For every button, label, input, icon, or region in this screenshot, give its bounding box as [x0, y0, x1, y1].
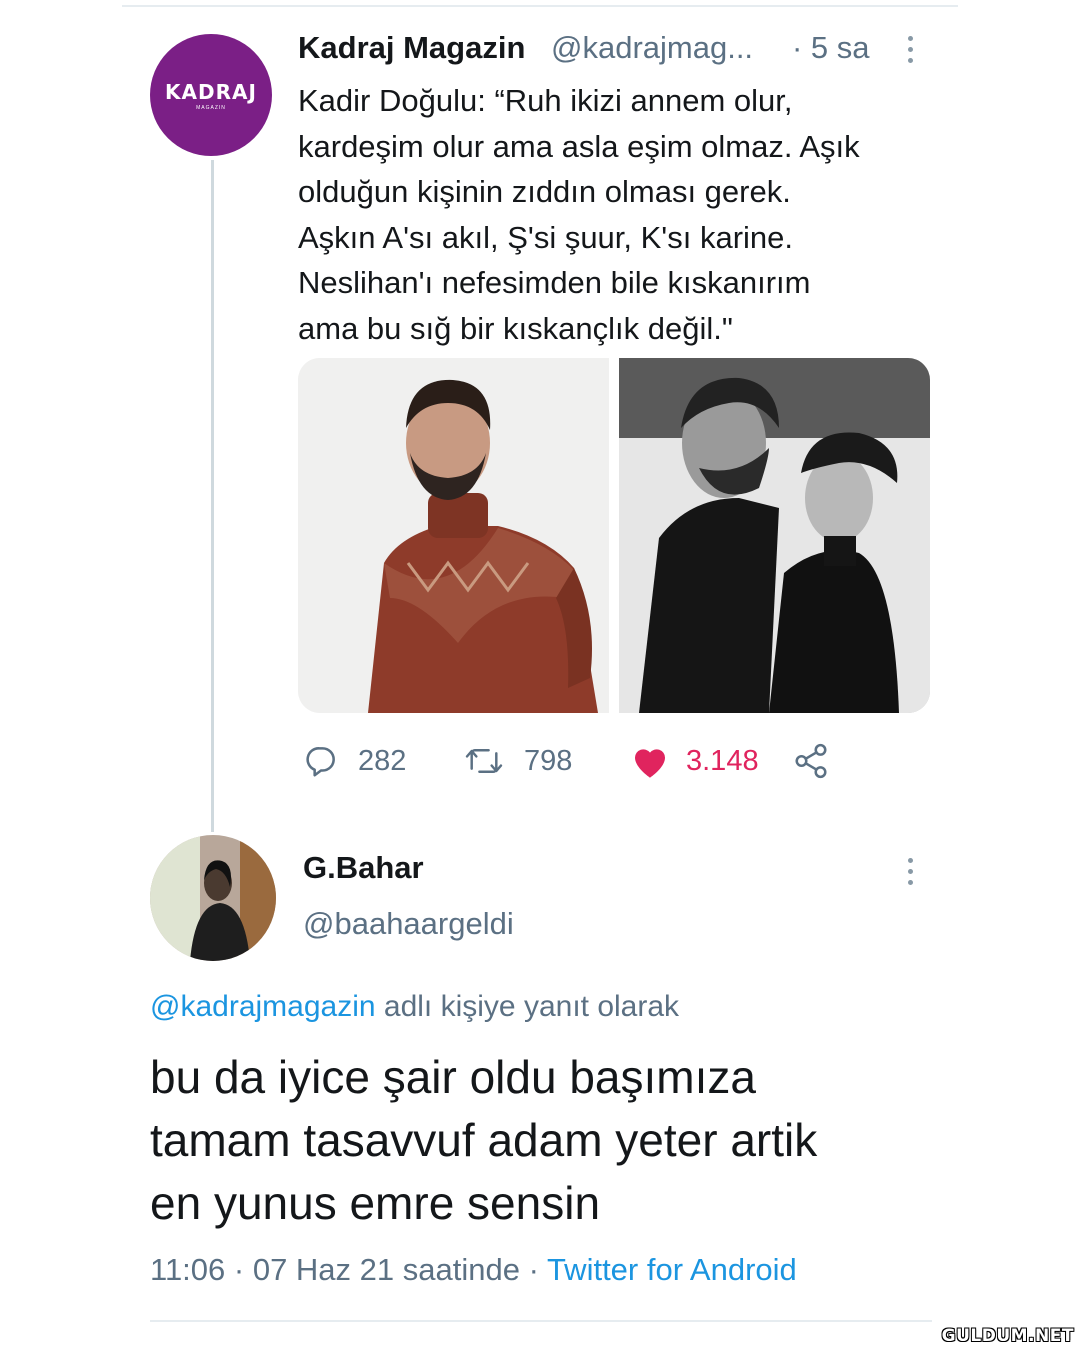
- retweet-icon: [465, 749, 503, 774]
- reply-text: bu da iyice şair oldu başımıza tamam tas…: [150, 1046, 950, 1235]
- media-photo-couple[interactable]: [619, 358, 930, 713]
- reply-count: 282: [358, 744, 407, 777]
- thread-connector-line: [211, 160, 214, 832]
- tweet-text-line: Aşkın A'sı akıl, Ş'si şuur, K'sı karine.: [298, 219, 794, 255]
- tweet-text-line: kardeşim olur ama asla eşim olmaz. Aşık: [298, 128, 860, 164]
- reply-timestamp: 11:06 · 07 Haz 21 saatinde ·: [150, 1252, 547, 1287]
- heart-icon: [635, 749, 665, 778]
- top-divider: [122, 5, 958, 7]
- retweet-count: 798: [524, 744, 573, 777]
- like-count: 3.148: [686, 744, 759, 777]
- bottom-divider: [150, 1320, 932, 1322]
- reply-text-line: en yunus emre sensin: [150, 1177, 601, 1229]
- tweet-media: [298, 358, 930, 713]
- reply-more-icon[interactable]: [908, 858, 913, 885]
- reply-text-line: bu da iyice şair oldu başımıza: [150, 1051, 756, 1103]
- avatar-logo-text: KADRAJ: [165, 79, 257, 104]
- tweet-author-handle[interactable]: @kadrajmag...: [551, 30, 753, 66]
- like-action[interactable]: 3.148: [630, 738, 759, 784]
- media-photo-portrait[interactable]: [298, 358, 609, 713]
- kadraj-avatar[interactable]: KADRAJ MAGAZIN: [150, 34, 272, 156]
- tweet-text-line: olduğun kişinin zıddın olması gerek.: [298, 174, 791, 209]
- tweet-text-line: Neslihan'ı nefesimden bile kıskanırım: [298, 265, 811, 300]
- reply-text-line: tamam tasavvuf adam yeter artik: [150, 1114, 818, 1166]
- replying-to-mention[interactable]: @kadrajmagazin: [150, 990, 376, 1023]
- tweet-text-line: Kadir Doğulu: “Ruh ikizi annem olur,: [298, 83, 793, 118]
- tweet-time[interactable]: · 5 sa: [792, 30, 870, 66]
- reply-author-handle[interactable]: @baahaargeldi: [303, 906, 514, 942]
- share-icon: [795, 743, 827, 779]
- share-action[interactable]: [792, 738, 830, 784]
- tweet-more-icon[interactable]: [908, 36, 913, 63]
- watermark: GULDUM.NET: [941, 1326, 1074, 1346]
- gbahar-avatar[interactable]: [150, 835, 276, 961]
- reply-author-name[interactable]: G.Bahar: [303, 850, 424, 886]
- tweet-actions: 282 798 3.148: [298, 738, 858, 784]
- reply-action[interactable]: 282: [302, 738, 406, 784]
- avatar-logo-subtext: MAGAZIN: [196, 104, 226, 111]
- reply-meta: 11:06 · 07 Haz 21 saatinde · Twitter for…: [150, 1252, 797, 1288]
- reply-icon: [306, 747, 335, 777]
- tweet-author-name[interactable]: Kadraj Magazin: [298, 30, 525, 66]
- tweet-text-line: ama bu sığ bir kıskançlık değil.": [298, 310, 733, 346]
- reply-source-app[interactable]: Twitter for Android: [547, 1252, 797, 1287]
- replying-to-suffix: adlı kişiye yanıt olarak: [375, 990, 680, 1023]
- replying-to-line: @kadrajmagazin adlı kişiye yanıt olarak: [150, 990, 679, 1024]
- tweet-text: Kadir Doğulu: “Ruh ikizi annem olur, kar…: [298, 78, 938, 351]
- retweet-action[interactable]: 798: [464, 738, 572, 784]
